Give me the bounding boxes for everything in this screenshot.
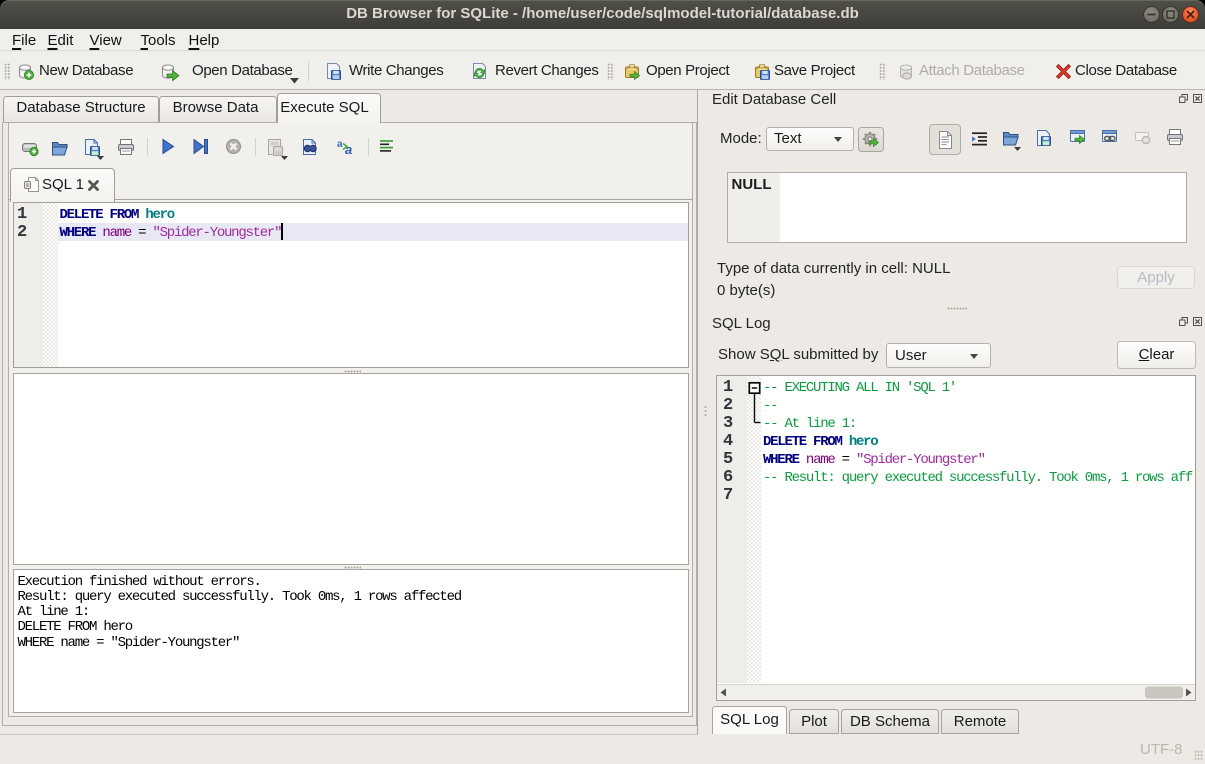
svg-text:a: a <box>345 142 352 157</box>
svg-text:a: a <box>337 139 343 150</box>
